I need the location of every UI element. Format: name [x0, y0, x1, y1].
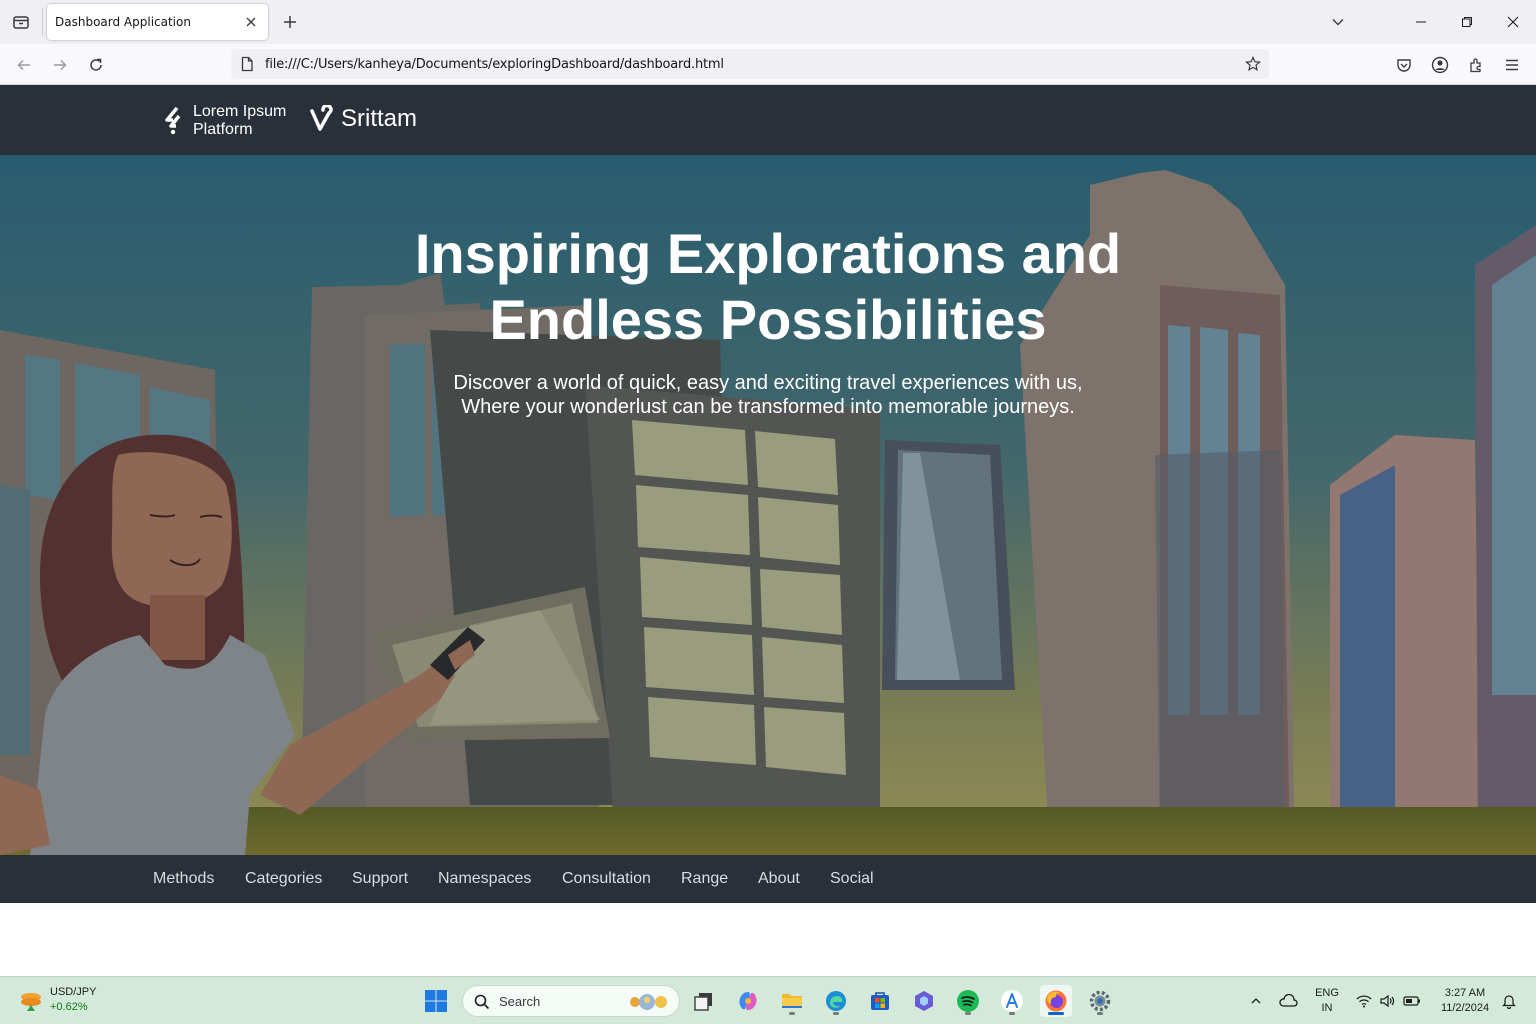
hero-subtitle: Discover a world of quick, easy and exci… [368, 371, 1168, 419]
windows-taskbar: USD/JPY +0.62% Search ENG IN 3:27 AM 11/… [0, 976, 1536, 1024]
url-text[interactable]: file:///C:/Users/kanheya/Documents/explo… [265, 57, 724, 72]
hero-subtitle-line-2: Where your wonderlust can be transformed… [461, 396, 1075, 418]
menu-item-range[interactable]: Range [681, 870, 728, 888]
address-bar[interactable]: file:///C:/Users/kanheya/Documents/explo… [231, 49, 1269, 79]
notification-bell-icon[interactable] [1498, 985, 1520, 1017]
currency-widget[interactable]: USD/JPY +0.62% [14, 985, 124, 1017]
close-tab-icon[interactable] [242, 13, 260, 31]
wifi-icon[interactable] [1352, 985, 1376, 1017]
settings-gear-icon[interactable] [1084, 985, 1116, 1017]
reload-icon[interactable] [82, 51, 110, 79]
clock[interactable]: 3:27 AM 11/2/2024 [1430, 986, 1500, 1016]
menu-item-categories[interactable]: Categories [245, 870, 322, 888]
language-line-2: IN [1321, 1002, 1333, 1014]
browser-tab-bar: Dashboard Application [0, 0, 1536, 44]
ticker-text: USD/JPY +0.62% [50, 985, 96, 1015]
tab-separator [42, 8, 43, 36]
clock-date: 11/2/2024 [1440, 1002, 1490, 1014]
spotify-icon[interactable] [952, 985, 984, 1017]
menu-item-methods[interactable]: Methods [153, 870, 214, 888]
search-icon [474, 994, 490, 1010]
ticker-symbol: USD/JPY [50, 986, 97, 998]
clock-time: 3:27 AM [1444, 987, 1486, 999]
lightning-logo-icon [165, 106, 181, 135]
forward-arrow-icon[interactable] [46, 51, 74, 79]
running-indicator [1097, 1012, 1103, 1015]
account-icon[interactable] [1426, 51, 1454, 79]
brand-logo-srittam[interactable]: Srittam [309, 105, 417, 133]
app-store-icon[interactable] [996, 985, 1028, 1017]
extensions-icon[interactable] [1462, 51, 1490, 79]
search-highlight-icon [630, 994, 667, 1010]
hero-title-line-2: Endless Possibilities [489, 288, 1047, 351]
active-indicator [1048, 1012, 1064, 1015]
hero-banner: Inspiring Explorations and Endless Possi… [0, 155, 1536, 855]
microsoft-store-icon[interactable] [864, 985, 896, 1017]
file-explorer-icon[interactable] [776, 985, 808, 1017]
brand-logo-lorem[interactable]: Lorem Ipsum Platform [163, 103, 286, 139]
windows-start-icon[interactable] [420, 985, 452, 1017]
restore-icon[interactable] [1453, 8, 1481, 36]
battery-icon[interactable] [1400, 985, 1424, 1017]
new-tab-icon[interactable] [278, 10, 302, 34]
brand2-name: Srittam [341, 105, 418, 132]
running-indicator [789, 1012, 795, 1015]
bookmark-star-icon[interactable] [1243, 54, 1263, 74]
hero-title: Inspiring Explorations and Endless Possi… [268, 221, 1268, 353]
hero-title-line-1: Inspiring Explorations and [414, 222, 1122, 285]
browser-tab-active[interactable]: Dashboard Application [47, 4, 268, 40]
menu-item-consultation[interactable]: Consultation [562, 870, 651, 888]
hero-subtitle-line-1: Discover a world of quick, easy and exci… [453, 372, 1083, 394]
pocket-icon[interactable] [1390, 51, 1418, 79]
running-indicator [833, 1012, 839, 1015]
onedrive-cloud-icon[interactable] [1274, 985, 1302, 1017]
brand-line-1: Lorem Ipsum [193, 103, 287, 120]
category-menu: Methods Categories Support Namespaces Co… [0, 855, 1536, 903]
volume-icon[interactable] [1376, 985, 1398, 1017]
running-indicator [1009, 1012, 1015, 1015]
edge-browser-icon[interactable] [820, 985, 852, 1017]
menu-item-support[interactable]: Support [352, 870, 408, 888]
menu-hamburger-icon[interactable] [1498, 51, 1526, 79]
menu-item-about[interactable]: About [758, 870, 800, 888]
chevron-down-icon[interactable] [1324, 8, 1352, 36]
task-view-icon[interactable] [688, 985, 720, 1017]
page-icon [241, 56, 253, 72]
language-line-1: ENG [1315, 987, 1339, 999]
minimize-icon[interactable] [1407, 8, 1435, 36]
vine-logo-icon [310, 105, 333, 131]
ticker-change: +0.62% [50, 1001, 88, 1013]
currency-coins-icon [21, 993, 41, 1011]
language-indicator[interactable]: ENG IN [1310, 986, 1344, 1016]
running-indicator [965, 1012, 971, 1015]
search-placeholder: Search [499, 994, 541, 1009]
back-arrow-icon[interactable] [10, 51, 38, 79]
brand-name: Lorem Ipsum Platform [193, 103, 286, 139]
brand-line-2: Platform [193, 121, 253, 138]
copilot-icon[interactable] [732, 985, 764, 1017]
browser-toolbar: file:///C:/Users/kanheya/Documents/explo… [0, 44, 1536, 85]
firefox-icon[interactable] [1040, 985, 1072, 1017]
close-window-icon[interactable] [1499, 8, 1527, 36]
taskbar-search-box[interactable]: Search [462, 985, 680, 1017]
chevron-up-icon[interactable] [1242, 985, 1270, 1017]
menu-item-namespaces[interactable]: Namespaces [438, 870, 531, 888]
menu-item-social[interactable]: Social [830, 870, 874, 888]
tab-title: Dashboard Application [55, 15, 191, 29]
tab-overview-icon[interactable] [0, 0, 42, 44]
site-header: Lorem Ipsum Platform Srittam [0, 85, 1536, 155]
photos-app-icon[interactable] [908, 985, 940, 1017]
